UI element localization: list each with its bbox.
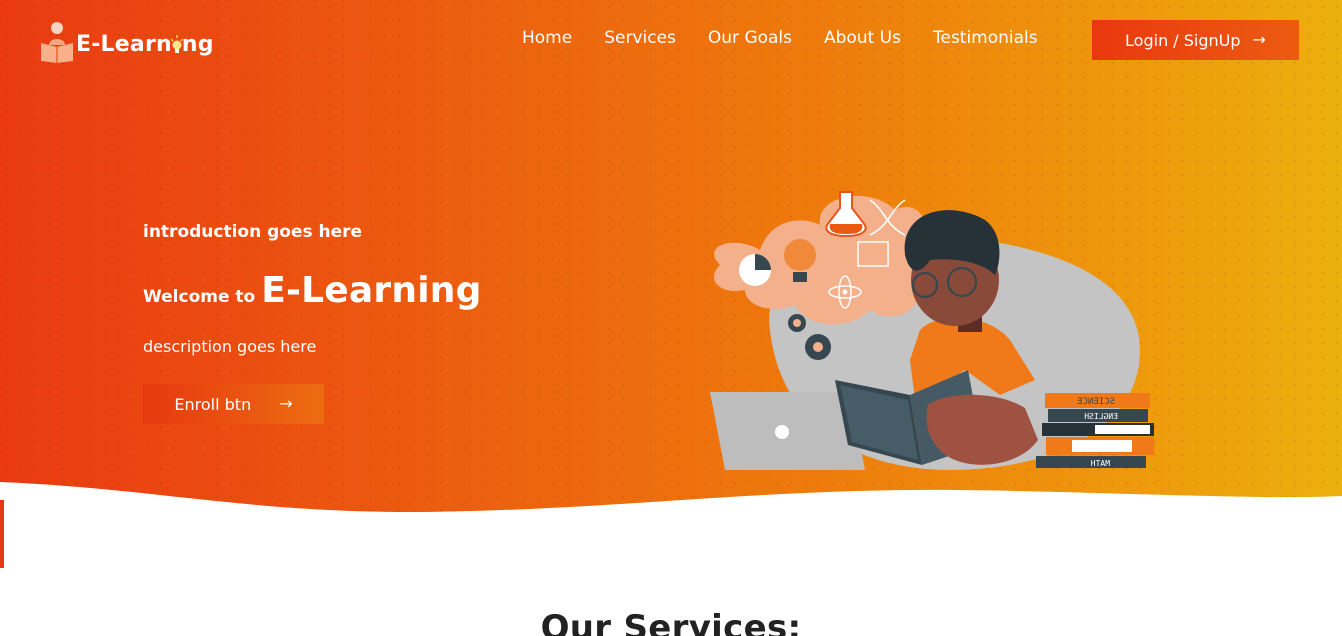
main-nav: Home Services Our Goals About Us Testimo…: [522, 28, 1070, 48]
hero-description: description goes here: [143, 337, 317, 356]
book-label-english: ENGLISH: [1084, 412, 1118, 421]
nav-our-goals[interactable]: Our Goals: [708, 28, 792, 48]
arrow-right-icon: →: [1252, 30, 1266, 49]
nav-about-us[interactable]: About Us: [824, 28, 901, 48]
enroll-button[interactable]: Enroll btn →: [143, 384, 324, 424]
login-signup-label: Login / SignUp: [1125, 30, 1241, 50]
hero-section: E-Learn ng Home Services Our Goals About …: [0, 0, 1342, 568]
student-reading-illustration: SCIENCE ENGLISH MATH: [710, 191, 1154, 470]
hero-heading: Welcome to E-Learning: [143, 270, 482, 311]
brand-logo[interactable]: E-Learn ng: [40, 16, 214, 66]
enroll-label: Enroll btn: [174, 394, 252, 414]
nav-services[interactable]: Services: [604, 28, 676, 48]
book-label-science: SCIENCE: [1077, 397, 1115, 407]
brand-name: E-Learn ng: [76, 31, 214, 57]
login-signup-button[interactable]: Login / SignUp →: [1092, 20, 1299, 60]
hero-wave: [0, 482, 1342, 568]
arrow-right-icon: →: [279, 394, 293, 413]
nav-home[interactable]: Home: [522, 28, 572, 48]
services-section-title: Our Services:: [540, 608, 802, 636]
left-edge-accent: [0, 500, 4, 568]
nav-testimonials[interactable]: Testimonials: [933, 28, 1038, 48]
hero-welcome-brand: E-Learning: [261, 270, 482, 311]
reader-icon: [41, 22, 73, 63]
hero-welcome-prefix: Welcome to: [143, 287, 256, 307]
hero-intro: introduction goes here: [143, 222, 363, 242]
book-label-math: MATH: [1091, 459, 1110, 468]
